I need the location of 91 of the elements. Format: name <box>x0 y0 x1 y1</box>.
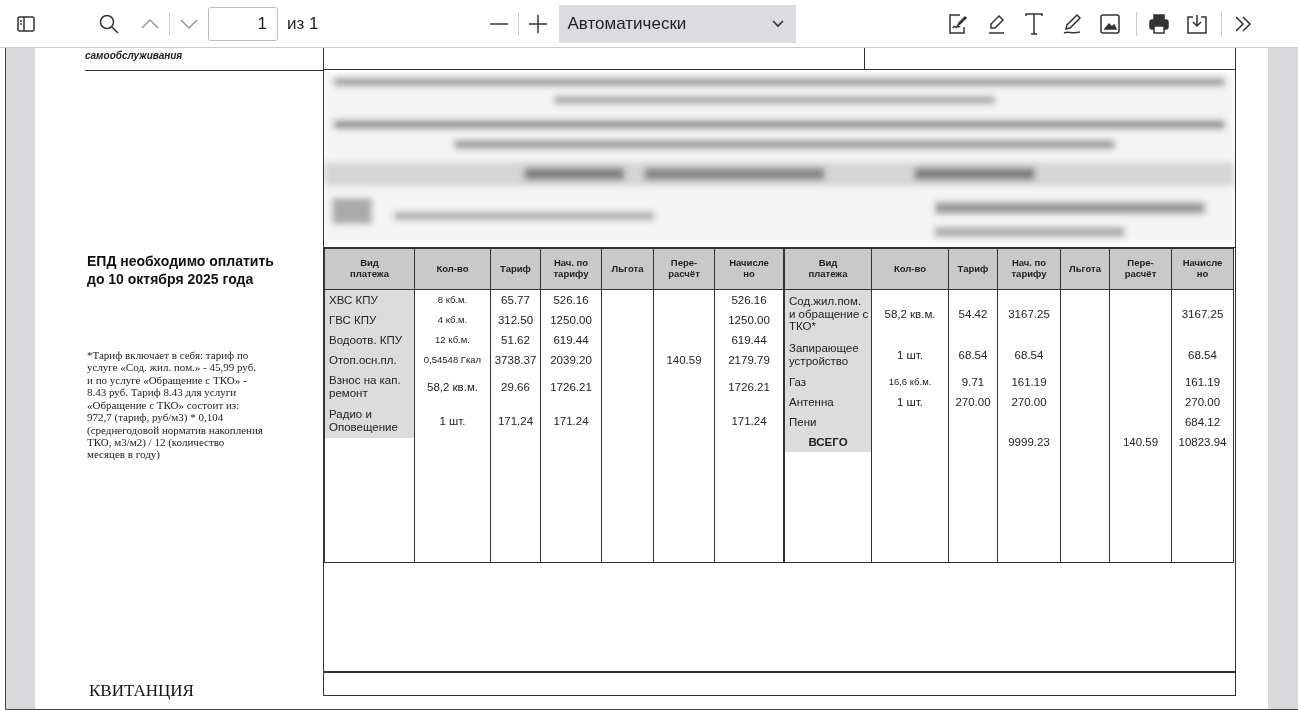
page-count: из 1 <box>287 13 319 34</box>
table-cell: Взнос на кап. ремонт <box>324 370 415 404</box>
table-cell: 29.66 <box>490 370 541 404</box>
table-cell: 1250.00 <box>540 310 602 330</box>
zoom-select[interactable]: Автоматически <box>559 4 797 43</box>
table-cell: 2039.20 <box>540 350 602 370</box>
table-cell: 1 шт. <box>871 392 949 412</box>
table-cell: 1 шт. <box>871 338 949 372</box>
print-icon[interactable] <box>1149 13 1170 34</box>
more-tools-icon[interactable] <box>1234 15 1253 32</box>
table-cell: 8 кб.м. <box>414 289 491 310</box>
table-cell: 0,54548 Гкал <box>414 350 491 370</box>
column-header: Вид платежа <box>324 248 415 290</box>
table-cell: 619.44 <box>540 330 602 350</box>
search-icon[interactable] <box>99 13 119 34</box>
table-cell: ХВС КПУ <box>324 289 415 310</box>
table-cell: 12 кб.м. <box>414 330 491 350</box>
table-cell: 3167.25 <box>1171 289 1234 338</box>
table-cell: 54.42 <box>948 289 998 338</box>
table-cell: Газ <box>784 372 872 392</box>
highlighter-icon[interactable] <box>986 13 1007 34</box>
column-header: Льгота <box>601 248 654 290</box>
column-header: Кол-во <box>871 248 949 290</box>
zoom-out-icon[interactable] <box>490 21 509 26</box>
pen-icon[interactable] <box>1062 12 1083 35</box>
table-cell: 1726.21 <box>540 370 602 404</box>
payment-deadline: ЕПД необходимо оплатить до 10 октября 2025 года <box>87 253 275 288</box>
column-header: Нач. по тарифу <box>540 248 602 290</box>
table-cell: 4 кб.м. <box>414 310 491 330</box>
column-header: Начисле но <box>1171 248 1234 290</box>
table-cell: 140.59 <box>653 350 715 370</box>
table-cell: 51.62 <box>490 330 541 350</box>
table-cell: 171.24 <box>540 404 602 438</box>
column-header: Льгота <box>1060 248 1110 290</box>
table-cell: 619.44 <box>714 330 784 350</box>
table-cell: 68.54 <box>948 338 998 372</box>
receipt-title: КВИТАНЦИЯ <box>89 681 194 700</box>
table-cell: 68.54 <box>1171 338 1234 372</box>
column-header: Тариф <box>490 248 541 290</box>
table-cell: 58,2 кв.м. <box>871 289 949 338</box>
table-cell: 16,6 кб.м. <box>871 372 949 392</box>
table-cell: Антенна <box>784 392 872 412</box>
sidebar-toggle-icon[interactable] <box>17 15 35 32</box>
table-cell: 2179.79 <box>714 350 784 370</box>
table-cell: 65.77 <box>490 289 541 310</box>
table-cell: 171.24 <box>714 404 784 438</box>
table-cell: 526.16 <box>540 289 602 310</box>
download-icon[interactable] <box>1186 13 1209 34</box>
table-cell: Водоотв. КПУ <box>324 330 415 350</box>
table-cell: 270.00 <box>1171 392 1234 412</box>
table-cell: 312.50 <box>490 310 541 330</box>
column-header: Пере- расчёт <box>1109 248 1172 290</box>
table-cell: 161.19 <box>997 372 1061 392</box>
table-cell: 1726.21 <box>714 370 784 404</box>
table-cell: 58,2 кв.м. <box>414 370 491 404</box>
table-cell: Запирающее устройство <box>784 338 872 372</box>
table-cell: 684.12 <box>1171 412 1234 432</box>
table-cell: 140.59 <box>1109 432 1172 452</box>
table-cell: Пени <box>784 412 872 432</box>
chevron-down-icon <box>772 19 785 28</box>
table-cell: 161.19 <box>1171 372 1234 392</box>
column-header: Тариф <box>948 248 998 290</box>
header-text: самообслуживания <box>85 50 183 61</box>
table-cell: 171.24 <box>490 404 541 438</box>
table-cell: 68.54 <box>997 338 1061 372</box>
signature-icon[interactable] <box>948 13 969 34</box>
table-cell: ГВС КПУ <box>324 310 415 330</box>
column-header: Кол-во <box>414 248 491 290</box>
table-cell: 270.00 <box>948 392 998 412</box>
tariff-note: *Тариф включает в себя: тариф по услуге «Сод. жил. пом.» - 45,99 руб. и по услуге «Обращение с ТКО» - 8.43 руб. Тариф 8.43 для услуги «Обращение с ТКО» состоит из: 972,7 (тариф, руб/м3) * 0,104 (среднегодовой норматив накопления ТКО, м3/м2) / 12 (количество месяцев в году) <box>87 349 264 461</box>
column-header: Нач. по тарифу <box>997 248 1061 290</box>
table-cell: Радио и Оповещение <box>324 404 415 438</box>
table-cell: 9999.23 <box>997 432 1061 452</box>
table-cell: 10823.94 <box>1171 432 1234 452</box>
table-cell: 1250.00 <box>714 310 784 330</box>
image-icon[interactable] <box>1100 13 1121 34</box>
table-cell: 9.71 <box>948 372 998 392</box>
table-cell: 3167.25 <box>997 289 1061 338</box>
table-cell: 526.16 <box>714 289 784 310</box>
table-cell: Сод.жил.пом. и обращение с ТКО* <box>784 289 872 338</box>
table-cell: 270.00 <box>997 392 1061 412</box>
column-header: Начисле но <box>714 248 784 290</box>
table-cell: 3738.37 <box>490 350 541 370</box>
table-cell: Отоп.осн.пл. <box>324 350 415 370</box>
column-header: Пере- расчёт <box>653 248 715 290</box>
text-icon[interactable] <box>1024 12 1045 35</box>
zoom-in-icon[interactable] <box>529 14 548 33</box>
table-cell: ВСЕГО <box>784 432 872 452</box>
table-cell: 1 шт. <box>414 404 491 438</box>
column-header: Вид платежа <box>784 248 872 290</box>
page-number-field[interactable]: 1 <box>208 6 278 41</box>
